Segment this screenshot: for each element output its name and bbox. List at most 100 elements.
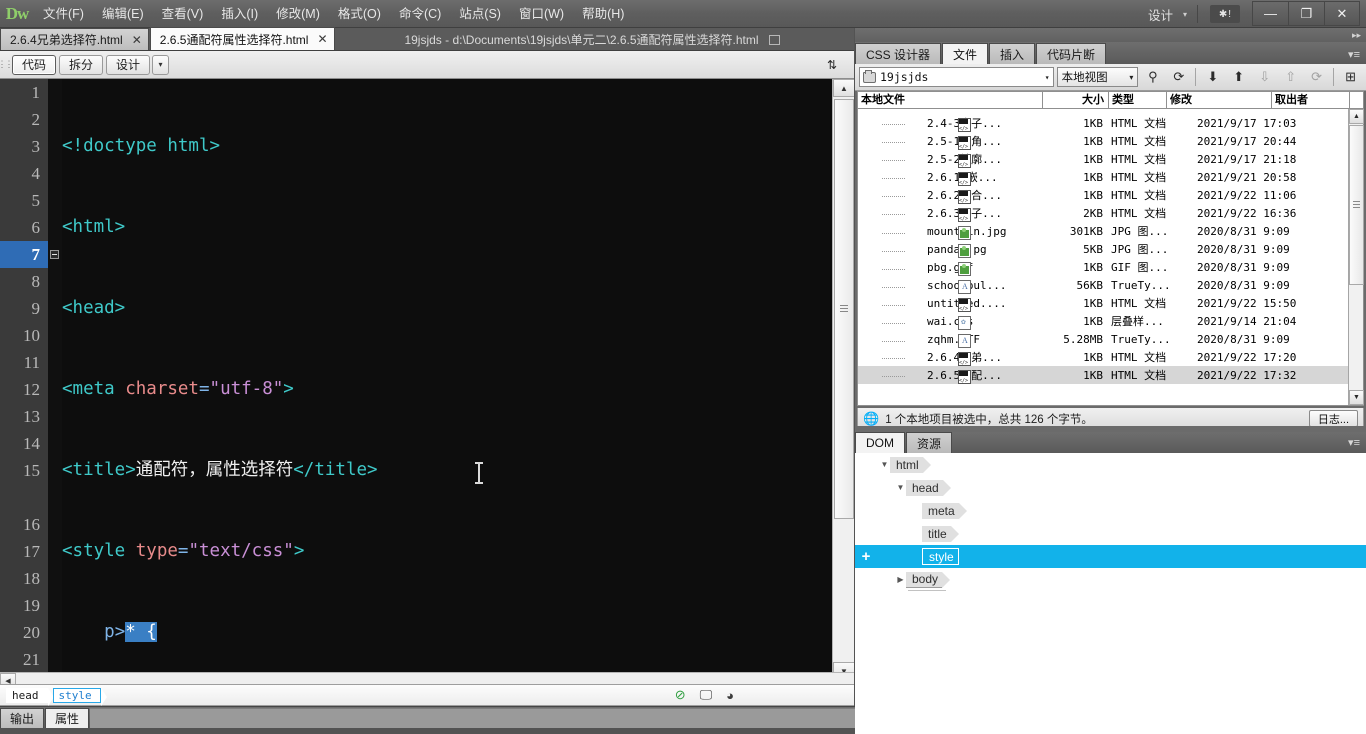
code-vertical-scrollbar[interactable]: ▲ ▼ (832, 79, 854, 680)
file-row[interactable]: 2.6.2联合... 1KB HTML 文档 2021/9/22 11:06 (858, 186, 1348, 204)
minimize-button[interactable]: — (1252, 1, 1288, 26)
connect-icon[interactable]: ⚲ (1141, 66, 1164, 88)
document-tab-1[interactable]: 2.6.4兄弟选择符.html ✕ (0, 28, 149, 50)
restore-window-icon[interactable] (768, 34, 780, 45)
refresh-icon[interactable]: ⟳ (1167, 66, 1190, 88)
dom-node-meta[interactable]: meta (855, 499, 1366, 522)
add-element-icon[interactable]: + (855, 545, 877, 568)
workspace-switcher[interactable]: 设计 ▾ (1138, 0, 1193, 28)
gear-alert-icon[interactable]: ✱! (1210, 5, 1240, 23)
view-button-design[interactable]: 设计 (106, 54, 151, 75)
file-row[interactable]: 2.6.3父子... 2KB HTML 文档 2021/9/22 16:36 (858, 204, 1348, 222)
panel-tab-snippets[interactable]: 代码片断 (1036, 43, 1107, 64)
device-preview-icon[interactable]: 🖵 (700, 687, 713, 703)
file-row[interactable]: 2.6.1-嵌... 1KB HTML 文档 2021/9/21 20:58 (858, 168, 1348, 186)
menu-item-help[interactable]: 帮助(H) (573, 0, 633, 28)
check-out-icon[interactable]: ⇩ (1253, 66, 1276, 88)
menu-item-insert[interactable]: 插入(I) (212, 0, 267, 28)
dom-node-html[interactable]: ▼ html (855, 453, 1366, 476)
panel-options-icon[interactable]: ▾≡ (1348, 436, 1360, 449)
column-header-checked-out[interactable]: 取出者 (1272, 91, 1350, 109)
panel-tab-files[interactable]: 文件 (942, 43, 989, 64)
file-row[interactable]: panda.jpg 5KB JPG 图... 2020/8/31 9:09 (858, 240, 1348, 258)
panel-collapse-bar[interactable]: ▸▸ (855, 28, 1366, 42)
file-row[interactable]: 2.5-2轮廓... 1KB HTML 文档 2021/9/17 21:18 (858, 150, 1348, 168)
menu-item-format[interactable]: 格式(O) (329, 0, 390, 28)
log-button[interactable]: 日志... (1308, 410, 1358, 427)
dom-node-body[interactable]: ▶ body (855, 568, 1366, 591)
scroll-up-icon[interactable]: ▲ (1349, 109, 1364, 124)
site-selector-dropdown[interactable]: 19jsjds ▾ (859, 67, 1054, 87)
column-header-type[interactable]: 类型 (1109, 91, 1167, 109)
toolbar-grip[interactable]: ⋮⋮ (0, 51, 14, 79)
menu-item-site[interactable]: 站点(S) (450, 0, 510, 28)
expand-arrow-icon[interactable]: ▼ (895, 483, 906, 492)
validation-check-icon[interactable]: ⊘ (675, 687, 686, 703)
file-row[interactable]: untitled.... 1KB HTML 文档 2021/9/22 15:50 (858, 294, 1348, 312)
put-files-icon[interactable]: ⬆ (1227, 66, 1250, 88)
document-tab-2[interactable]: 2.6.5通配符属性选择符.html ✕ (149, 27, 335, 50)
tag-chip-head[interactable]: head (6, 687, 53, 706)
dom-tree[interactable]: ▼ html ▼ head meta title + style ▶ body (855, 453, 1366, 734)
bottom-tab-properties[interactable]: 属性 (45, 708, 90, 728)
view-options-chevron-icon[interactable]: ▾ (152, 54, 170, 75)
check-in-icon[interactable]: ⇧ (1279, 66, 1302, 88)
dom-node-head[interactable]: ▼ head (855, 476, 1366, 499)
menu-item-file[interactable]: 文件(F) (34, 0, 93, 28)
file-row[interactable]: wai.css 1KB 层叠样... 2021/9/14 21:04 (858, 312, 1348, 330)
panel-tab-dom[interactable]: DOM (855, 432, 905, 453)
panel-tab-insert[interactable]: 插入 (989, 43, 1036, 64)
scroll-down-icon[interactable]: ▼ (1349, 390, 1364, 405)
file-row[interactable]: zqhm.TTF 5.28MB TrueTy... 2020/8/31 9:09 (858, 330, 1348, 348)
file-row[interactable]: 2.6.4兄弟... 1KB HTML 文档 2021/9/22 17:20 (858, 348, 1348, 366)
scrollbar-thumb[interactable] (834, 99, 854, 519)
file-row-selected[interactable]: 2.6.5通配... 1KB HTML 文档 2021/9/22 17:32 (858, 366, 1348, 384)
menu-item-view[interactable]: 查看(V) (153, 0, 213, 28)
panel-options-icon[interactable]: ▾≡ (1348, 48, 1360, 61)
menu-item-window[interactable]: 窗口(W) (510, 0, 573, 28)
file-list[interactable]: 本地文件 大小 类型 修改 取出者 2.4-3盒子... 1KB HTML 文档… (857, 91, 1364, 406)
line-number: 9 (31, 299, 41, 318)
browser-preview-icon[interactable]: ◕ (726, 688, 734, 703)
file-list-scrollbar[interactable]: ▲ ▼ (1348, 109, 1364, 405)
expand-arrow-icon[interactable]: ▶ (895, 575, 906, 584)
column-header-modified[interactable]: 修改 (1167, 91, 1272, 109)
view-button-split[interactable]: 拆分 (59, 54, 104, 75)
scroll-up-icon[interactable]: ▲ (833, 79, 854, 97)
sync-icon[interactable]: ⟳ (1305, 66, 1328, 88)
menu-item-modify[interactable]: 修改(M) (267, 0, 329, 28)
column-header-size[interactable]: 大小 (1043, 91, 1109, 109)
column-header-local-files[interactable]: 本地文件 (858, 91, 1043, 109)
view-button-code[interactable]: 代码 (12, 54, 57, 75)
file-row[interactable]: mountain.jpg 301KB JPG 图... 2020/8/31 9:… (858, 222, 1348, 240)
menu-item-edit[interactable]: 编辑(E) (93, 0, 153, 28)
file-row[interactable]: pbg.gif 1KB GIF 图... 2020/8/31 9:09 (858, 258, 1348, 276)
scrollbar-thumb[interactable] (1349, 125, 1364, 285)
dom-node-style[interactable]: + style (855, 545, 1366, 568)
code-editor[interactable]: 1 2 3 4 5 6 7 8 9 10 11 12 13 14 15 16 1… (0, 79, 854, 680)
bottom-tab-output[interactable]: 输出 (0, 708, 45, 728)
file-modified: 2021/9/17 21:18 (1197, 152, 1297, 166)
close-icon[interactable]: ✕ (132, 33, 142, 47)
file-modified: 2021/9/14 21:04 (1197, 314, 1297, 328)
file-row[interactable]: schoolbul... 56KB TrueTy... 2020/8/31 9:… (858, 276, 1348, 294)
collapse-icon[interactable]: ▸▸ (1352, 30, 1361, 41)
menu-item-commands[interactable]: 命令(C) (390, 0, 450, 28)
tree-connector (882, 251, 906, 252)
view-mode-dropdown[interactable]: 本地视图 ▾ (1056, 67, 1139, 87)
panel-tab-assets[interactable]: 资源 (906, 432, 953, 453)
expand-panel-icon[interactable]: ⊞ (1339, 66, 1362, 88)
dom-node-title[interactable]: title (855, 522, 1366, 545)
panel-tab-css-designer[interactable]: CSS 设计器 (855, 43, 942, 64)
file-row[interactable]: 2.5-1圆角... 1KB HTML 文档 2021/9/17 20:44 (858, 132, 1348, 150)
sort-icon[interactable]: ⇅ (818, 54, 846, 76)
close-button[interactable]: ✕ (1324, 1, 1360, 26)
maximize-button[interactable]: ❐ (1288, 1, 1324, 26)
code-text-area[interactable]: <!doctype html> <html> <head> <meta char… (62, 79, 832, 680)
tag-chip-style[interactable]: style (52, 687, 107, 706)
fold-toggle-icon[interactable] (50, 250, 59, 259)
expand-arrow-icon[interactable]: ▼ (879, 460, 890, 469)
get-files-icon[interactable]: ⬇ (1201, 66, 1224, 88)
close-icon[interactable]: ✕ (317, 32, 327, 46)
file-row[interactable]: 2.4-3盒子... 1KB HTML 文档 2021/9/17 17:03 (858, 114, 1348, 132)
